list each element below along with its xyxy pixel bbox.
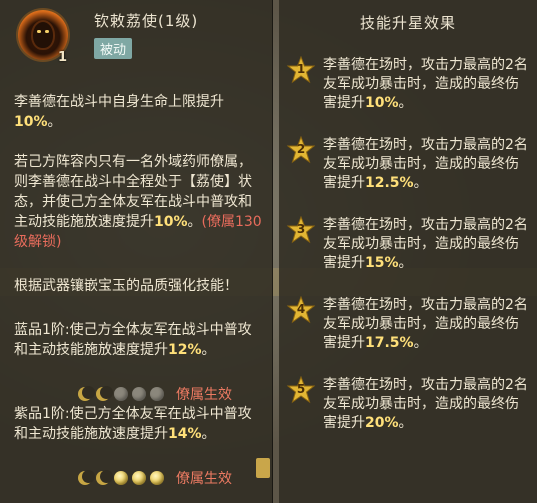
gem-slot-icon	[114, 387, 128, 401]
gem-slot-icon	[132, 471, 146, 485]
gem-enhance-heading: 根据武器镶嵌宝玉的品质强化技能！	[14, 278, 238, 294]
moon-gem-icon	[96, 386, 113, 401]
purple-gem-slots: 僚属生效	[78, 468, 232, 488]
gem-slot-icon	[150, 471, 164, 485]
purple-tier-status: 僚属生效	[176, 471, 232, 487]
effect-paragraph-1: 李善德在战斗中自身生命上限提升10%。	[14, 94, 224, 130]
blue-tier-status: 僚属生效	[176, 387, 232, 403]
star-icon: 5	[286, 375, 316, 404]
panel-title: 技能升星效果	[359, 14, 456, 32]
star-icon: 4	[286, 295, 316, 324]
scroll-icon	[256, 458, 270, 478]
gem-slot-icon	[132, 387, 146, 401]
moon-gem-icon	[78, 470, 95, 485]
moon-gem-icon	[96, 470, 113, 485]
star-icon: 3	[286, 215, 316, 244]
purple-tier-effect: 紫品1阶:使己方全体友军在战斗中普攻和主动技能施放速度提升14%。	[14, 406, 252, 442]
passive-tag: 被动	[94, 38, 133, 59]
gem-slot-icon	[150, 387, 164, 401]
star-upgrade-panel: 技能升星效果 1 李善德在场时，攻击力最高的2名友军成功暴击时，造成的最终伤害提…	[279, 0, 537, 503]
skill-name: 钦敕荔使(1级)	[94, 12, 199, 30]
star-icon: 2	[286, 135, 316, 164]
blue-gem-slots: 僚属生效	[78, 384, 232, 404]
moon-gem-icon	[78, 386, 95, 401]
effect-paragraph-2: 若己方阵容内只有一名外域药师僚属，则李善德在战斗中全程处于【荔使】状态，并使己方…	[14, 154, 262, 250]
skill-level-badge: 1	[58, 50, 68, 65]
skill-detail-panel: 1 钦敕荔使(1级) 被动 李善德在战斗中自身生命上限提升10%。 若己方阵容内…	[0, 0, 273, 503]
blue-tier-effect: 蓝品1阶:使己方全体友军在战斗中普攻和主动技能施放速度提升12%。	[14, 322, 252, 358]
star-icon: 1	[286, 55, 316, 84]
gem-slot-icon	[114, 471, 128, 485]
